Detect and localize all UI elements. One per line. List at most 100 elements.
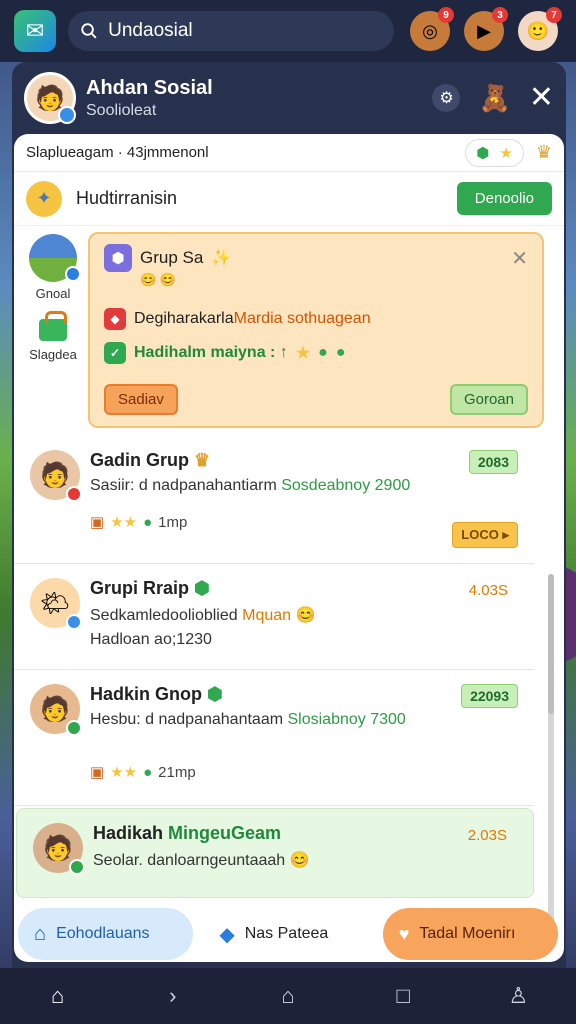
rail-item-stage[interactable]: Slagdea: [22, 311, 84, 362]
search-bar[interactable]: [68, 11, 394, 51]
star-icon: ★: [499, 144, 513, 162]
avatar: 🧑: [30, 684, 82, 736]
group-panel: 🧑 Ahdan Sosial Soolioleat ⚙ 🧸 ✕ Slapluea…: [12, 62, 566, 968]
house-outline-icon[interactable]: ⌂: [268, 976, 308, 1016]
sheet-header-text: Slaplueagam · 43jmmenonl: [26, 144, 209, 161]
popup-left-button[interactable]: Sadiav: [104, 384, 178, 415]
cube-icon: ⬢: [104, 244, 132, 272]
stars-icon: ★★: [110, 764, 138, 781]
app-icon[interactable]: ✉: [14, 10, 56, 52]
popup-line-1-text: Degiharakarla: [134, 310, 234, 327]
bag-icon: [39, 311, 67, 341]
left-rail: Gnoal Slagdea: [22, 234, 84, 380]
item-name: Gadin Grup: [90, 450, 189, 470]
action-right-button[interactable]: ♥ Tadal Moenirı: [382, 908, 559, 960]
cube-icon: ◆: [219, 923, 235, 946]
trophy-icon[interactable]: ♛: [536, 142, 552, 163]
check-circle-icon: ●: [143, 763, 153, 781]
forward-icon[interactable]: ›: [153, 976, 193, 1016]
item-text-2: Hadloan ao;1230: [90, 631, 212, 648]
popup-line-2-text: Hadihalm maiyna : ↑: [134, 344, 288, 361]
sheet-header: Slaplueagam · 43jmmenonl ⬢ ★ ♛: [14, 134, 564, 172]
item-meta: 1mp: [158, 513, 188, 531]
title-row-button[interactable]: Denoolio: [456, 182, 552, 215]
emoji-icon: 😊: [289, 852, 310, 869]
sparkle-icon: ✨: [211, 250, 232, 267]
check-circle-icon: ●: [335, 344, 346, 361]
avatar: 🧑: [33, 823, 85, 875]
gift-icon: ⬢: [194, 578, 210, 598]
popup-line-2: ✓ Hadihalm maiyna : ↑ ★ ● ●: [104, 342, 528, 364]
item-accent: Slosiabnoy 7300: [287, 711, 406, 728]
emoji-icon: 😊: [295, 607, 316, 624]
close-icon[interactable]: ✕: [529, 83, 554, 113]
profile-avatar[interactable]: 🧑: [24, 72, 76, 124]
chest-icon: ▣: [90, 514, 105, 531]
play-icon[interactable]: ▶ 3: [464, 7, 508, 51]
list-item[interactable]: 🧑 Hadkin Gnop ⬢ Hesbu: d nadpanahantaam …: [14, 670, 534, 806]
settings-icon[interactable]: ⚙: [432, 84, 461, 112]
gift-icon: ⬢: [207, 684, 223, 704]
content-sheet: Slaplueagam · 43jmmenonl ⬢ ★ ♛ ✦ Hudtirr…: [14, 134, 564, 962]
item-accent: Sosdeabnoy 2900: [281, 477, 411, 494]
pin-icon: ✦: [26, 180, 62, 217]
item-accent: Mquan: [242, 607, 292, 624]
list-item[interactable]: 🌤 Grupi Rraip ⬢ Sedkamledoolioblied Mqua…: [14, 564, 534, 670]
gift-icon: ⬢: [476, 144, 490, 162]
group-list: 🧑 Gadin Grup ♛ Sasiir: d nadpanahantiarm…: [14, 436, 534, 898]
square-icon[interactable]: □: [383, 976, 423, 1016]
profile-name: Ahdan Sosial: [86, 76, 213, 99]
popup-line-1: ◆ DegiharakarlaMardia sothuagean: [104, 308, 528, 330]
top-bar: ✉ ◎9 ▶3 🙂7: [0, 0, 576, 62]
item-text: Sasiir: d nadpanahantiarm: [90, 477, 277, 494]
avatar: 🌤: [30, 578, 82, 630]
rail-label: Slagdea: [29, 347, 77, 362]
popup-close-icon[interactable]: ✕: [511, 246, 528, 271]
rail-item-goal[interactable]: Gnoal: [22, 234, 84, 301]
profile-subtitle: Soolioleat: [86, 101, 157, 119]
notification-badge: 7: [546, 7, 562, 23]
chest-icon: ▣: [90, 764, 105, 781]
item-name-accent: MingeuGeam: [168, 823, 282, 843]
target-icon[interactable]: ◎ 9: [410, 7, 454, 51]
notification-badge: 9: [438, 7, 454, 23]
rail-label: Gnoal: [35, 286, 71, 301]
group-popup: ⬢ Grup Sa ✨ ✕ 😊 😊 ◆ DegiharakarlaMardia …: [88, 232, 544, 428]
heart-icon: ♥: [398, 923, 410, 944]
profile-avatar-icon[interactable]: 🙂 7: [518, 7, 562, 51]
score-text: 2.03S: [467, 827, 507, 844]
home-icon[interactable]: ⌂: [38, 976, 78, 1016]
chip-label: LOCO: [461, 527, 499, 542]
title-row-label: Hudtirranisin: [76, 188, 178, 208]
popup-right-button[interactable]: Goroan: [449, 384, 528, 415]
promo-area: Gnoal Slagdea ⬢ Grup Sa ✨ ✕ 😊 😊 ◆ Degiha: [14, 226, 564, 436]
top-icons: ◎ 9 ▶ 3 🙂 7: [410, 7, 562, 51]
item-name: Hadkin Gnop: [90, 684, 202, 704]
landscape-icon: [29, 234, 81, 282]
scrollbar[interactable]: [548, 574, 554, 924]
profile-icon[interactable]: ♙: [498, 976, 538, 1016]
reward-pill[interactable]: ⬢ ★: [465, 138, 524, 167]
search-icon: [81, 23, 97, 39]
search-input[interactable]: [108, 20, 382, 42]
emoji-icons: 😊 😊: [140, 272, 176, 287]
action-left-button[interactable]: ⌂ Eohodlauans: [18, 908, 194, 960]
popup-line-1-highlight: Mardia sothuagean: [233, 310, 371, 327]
item-name: Hadikah: [93, 823, 164, 843]
item-text: Hesbu: d nadpanahantaam: [90, 711, 284, 728]
item-text: Seolar. danloarngeuntaaah: [93, 852, 286, 869]
score-chip: 2083: [468, 450, 518, 474]
list-item-highlighted[interactable]: 🧑 Hadikah MingeuGeam Seolar. danloarngeu…: [16, 808, 534, 898]
action-left-label: Eohodlauans: [56, 925, 150, 942]
list-item[interactable]: 🧑 Gadin Grup ♛ Sasiir: d nadpanahantiarm…: [14, 436, 534, 564]
action-row: ⌂ Eohodlauans ◆ Nas Pateea ♥ Tadal Moeni…: [0, 908, 576, 968]
popup-title: Grup Sa: [140, 248, 204, 267]
verified-icon: [58, 106, 76, 124]
check-circle-icon: ●: [143, 513, 153, 531]
loco-chip[interactable]: LOCO ▸: [452, 522, 518, 548]
avatar: 🧑: [30, 450, 82, 502]
action-middle-button[interactable]: ◆ Nas Pateea: [203, 908, 373, 960]
score-text: 4.03S: [468, 582, 508, 599]
mascot-icon: 🧸: [478, 82, 511, 113]
home-outline-icon: ⌂: [34, 922, 47, 945]
